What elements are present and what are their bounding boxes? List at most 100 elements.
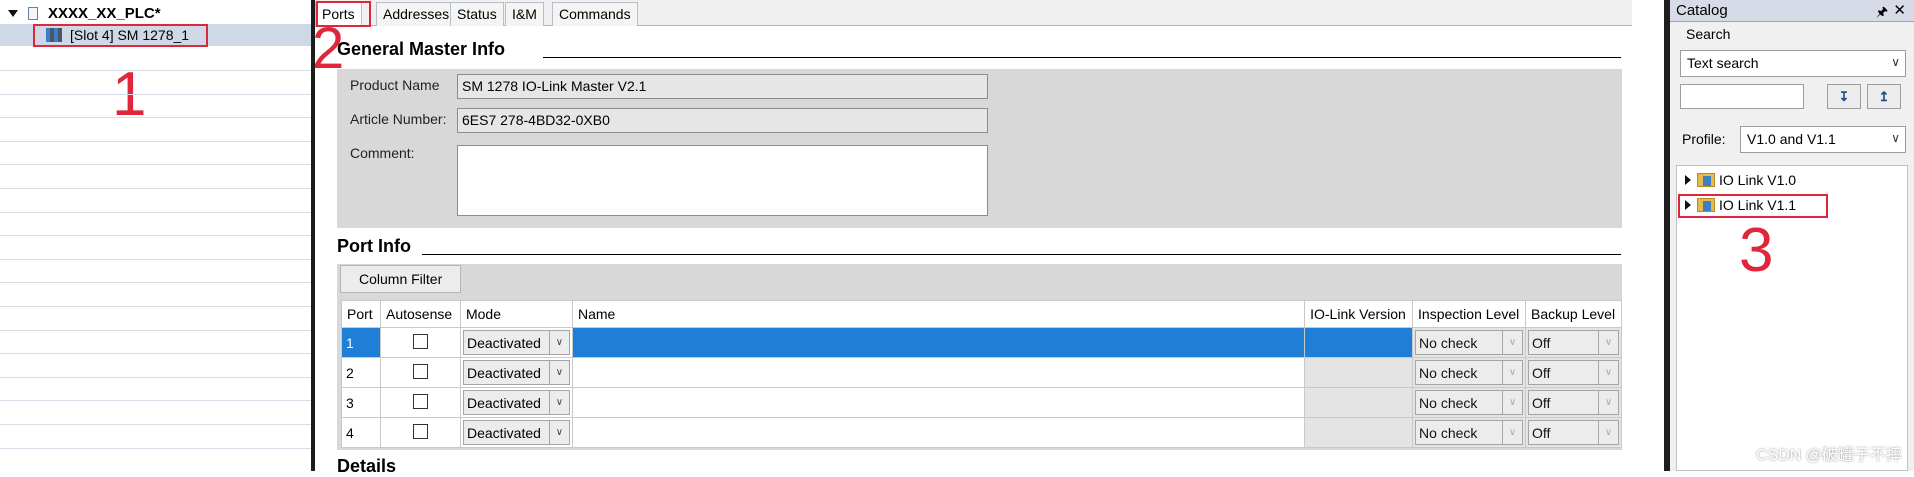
table-row[interactable]: 4 Deactivated ∨ No check ∨ Off ∨ <box>341 417 1622 448</box>
tree-root-plc[interactable]: XXXX_XX_PLC* <box>0 2 311 24</box>
inspection-level-dropdown[interactable]: No check ∨ <box>1415 330 1523 355</box>
tree-gridline <box>0 164 311 165</box>
mode-dropdown[interactable]: Deactivated ∨ <box>462 360 570 385</box>
name-cell[interactable] <box>571 387 1306 418</box>
tab-bar: Ports Addresses Status I&M Commands <box>315 0 1632 27</box>
port-cell[interactable]: 3 <box>341 387 381 418</box>
section-rule <box>543 57 1621 58</box>
tree-gridline <box>0 117 311 118</box>
column-header-name[interactable]: Name <box>571 300 1306 328</box>
column-header-inspection-level[interactable]: Inspection Level <box>1412 300 1526 328</box>
port-info-title: Port Info <box>337 236 411 256</box>
ports-table: Port Autosense Mode Name IO-Link Version… <box>341 300 1622 448</box>
catalog-search-input[interactable] <box>1680 84 1804 109</box>
catalog-header: Catalog 🖈 ✕ <box>1670 0 1914 22</box>
expand-arrow-icon[interactable] <box>1685 175 1691 185</box>
section-rule <box>422 254 1621 255</box>
close-icon[interactable]: ✕ <box>1893 1 1906 19</box>
mode-dropdown[interactable]: Deactivated ∨ <box>462 420 570 445</box>
column-filter-button[interactable]: Column Filter <box>340 265 462 293</box>
chevron-down-icon: ∨ <box>1598 391 1618 414</box>
tab-addresses[interactable]: Addresses <box>376 2 457 26</box>
inspection-level-dropdown[interactable]: No check ∨ <box>1415 390 1523 415</box>
tree-root-label: XXXX_XX_PLC* <box>48 4 161 22</box>
column-header-autosense[interactable]: Autosense <box>379 300 461 328</box>
text-search-dropdown[interactable]: Text search ∨ <box>1680 50 1906 77</box>
profile-label: Profile: <box>1682 131 1726 147</box>
tree-gridline <box>0 259 311 260</box>
tab-status[interactable]: Status <box>450 2 504 26</box>
profile-dropdown[interactable]: V1.0 and V1.1 ∨ <box>1740 126 1906 153</box>
mode-dropdown[interactable]: Deactivated ∨ <box>462 330 570 355</box>
inspection-level-dropdown[interactable]: No check ∨ <box>1415 360 1523 385</box>
inspection-level-dropdown[interactable]: No check ∨ <box>1415 420 1523 445</box>
chevron-down-icon: ∨ <box>1502 421 1522 444</box>
mode-cell: Deactivated ∨ <box>459 417 573 448</box>
comment-label: Comment: <box>350 145 415 161</box>
name-cell[interactable] <box>571 357 1306 388</box>
chevron-down-icon: ∨ <box>1502 361 1522 384</box>
port-cell[interactable]: 2 <box>341 357 381 388</box>
autosense-cell <box>379 327 461 358</box>
tree-gridline <box>0 94 311 95</box>
search-up-button[interactable]: ↥ <box>1867 84 1901 109</box>
chevron-down-icon: ∨ <box>1598 421 1618 444</box>
tree-gridline <box>0 353 311 354</box>
autosense-checkbox[interactable] <box>412 363 428 379</box>
mode-dropdown[interactable]: Deactivated ∨ <box>462 390 570 415</box>
inspection-level-value: No check <box>1419 364 1478 381</box>
tree-gridline <box>0 377 311 378</box>
table-row[interactable]: 3 Deactivated ∨ No check ∨ Off ∨ <box>341 387 1622 418</box>
search-down-button[interactable]: ↧ <box>1827 84 1861 109</box>
chevron-down-icon: ∨ <box>1502 331 1522 354</box>
mode-value: Deactivated <box>466 424 541 441</box>
pin-icon[interactable]: 🖈 <box>1876 3 1888 25</box>
backup-level-dropdown[interactable]: Off ∨ <box>1528 330 1619 355</box>
folder-icon <box>1697 173 1715 187</box>
column-header-mode[interactable]: Mode <box>459 300 573 328</box>
chevron-down-icon: ∨ <box>548 391 569 414</box>
port-cell[interactable]: 4 <box>341 417 381 448</box>
expand-arrow-icon[interactable] <box>8 9 18 17</box>
backup-level-dropdown[interactable]: Off ∨ <box>1528 390 1619 415</box>
profile-value: V1.0 and V1.1 <box>1747 131 1836 147</box>
autosense-checkbox[interactable] <box>412 423 428 439</box>
inspection-level-cell: No check ∨ <box>1412 327 1526 358</box>
iolink-version-cell <box>1304 387 1414 418</box>
comment-field[interactable] <box>457 145 988 216</box>
backup-level-cell: Off ∨ <box>1525 327 1622 358</box>
tree-gridline <box>0 330 311 331</box>
search-down-icon: ↧ <box>1838 88 1850 104</box>
column-header-backup-level[interactable]: Backup Level <box>1525 300 1622 328</box>
catalog-item-iolink-v10[interactable]: IO Link V1.0 <box>1685 170 1796 190</box>
inspection-level-cell: No check ∨ <box>1412 357 1526 388</box>
inspection-level-cell: No check ∨ <box>1412 417 1526 448</box>
backup-level-cell: Off ∨ <box>1525 357 1622 388</box>
backup-level-cell: Off ∨ <box>1525 417 1622 448</box>
table-row[interactable]: 1 Deactivated ∨ No check ∨ Off ∨ <box>341 327 1622 358</box>
tree-gridline <box>0 188 311 189</box>
table-row[interactable]: 2 Deactivated ∨ No check ∨ Off ∨ <box>341 357 1622 388</box>
chevron-down-icon: ∨ <box>1598 331 1618 354</box>
backup-level-dropdown[interactable]: Off ∨ <box>1528 420 1619 445</box>
annotation-number-3: 3 <box>1739 216 1774 285</box>
tab-im[interactable]: I&M <box>505 2 544 26</box>
article-number-field[interactable]: 6ES7 278-4BD32-0XB0 <box>457 108 988 133</box>
column-header-iolink-version[interactable]: IO-Link Version <box>1304 300 1414 328</box>
port-cell[interactable]: 1 <box>341 327 381 358</box>
chevron-down-icon: ∨ <box>548 361 569 384</box>
name-cell[interactable] <box>571 327 1306 358</box>
tab-commands[interactable]: Commands <box>552 2 638 26</box>
backup-level-value: Off <box>1532 394 1551 411</box>
backup-level-dropdown[interactable]: Off ∨ <box>1528 360 1619 385</box>
document-icon <box>28 6 38 20</box>
column-header-port[interactable]: Port <box>341 300 381 328</box>
article-number-label: Article Number: <box>350 111 447 127</box>
name-cell[interactable] <box>571 417 1306 448</box>
tree-gridline <box>0 141 311 142</box>
product-name-field[interactable]: SM 1278 IO-Link Master V2.1 <box>457 74 988 99</box>
chevron-down-icon: ∨ <box>1502 391 1522 414</box>
autosense-checkbox[interactable] <box>412 393 428 409</box>
autosense-checkbox[interactable] <box>412 333 428 349</box>
mode-cell: Deactivated ∨ <box>459 357 573 388</box>
